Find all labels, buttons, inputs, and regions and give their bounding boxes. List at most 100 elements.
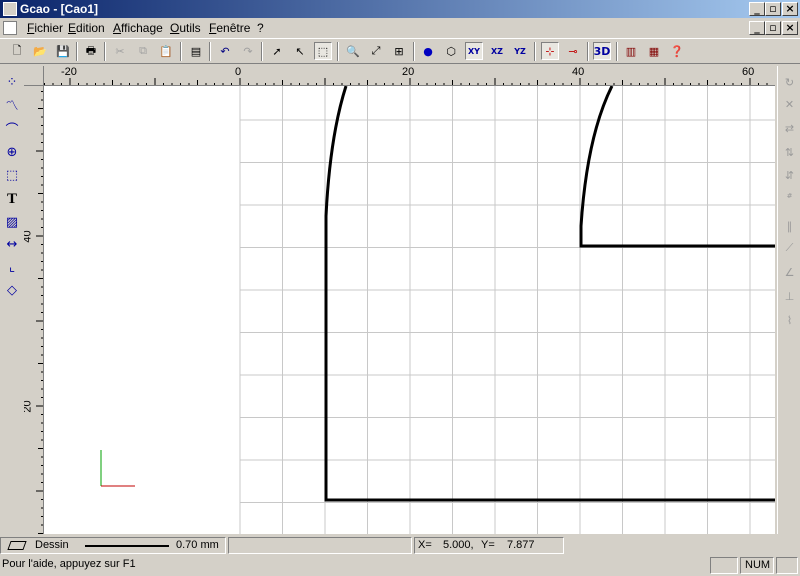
coordinate-panel: X= 5.000, Y= 7.877	[414, 537, 564, 554]
window-title: Gcao - [Cao1]	[20, 2, 99, 16]
properties-icon[interactable]: ▤	[187, 42, 205, 60]
application-window: Gcao - [Cao1] _ ▫ × Fichier Edition Affi…	[0, 0, 800, 576]
move-x-icon[interactable]: ⇄	[780, 118, 799, 138]
line-width-value: 0.70 mm	[176, 539, 219, 551]
snap-object-icon[interactable]: ⊸	[564, 42, 582, 60]
zoom-icon[interactable]: 🔍	[344, 42, 362, 60]
document-icon[interactable]	[3, 21, 17, 35]
undo-icon[interactable]: ↶	[216, 42, 234, 60]
num-indicator-text: NUM	[745, 559, 771, 571]
trim-tool-icon[interactable]: ⟋	[780, 238, 799, 258]
hruler-label: 0	[235, 66, 242, 78]
view-xz-button[interactable]: XZ	[488, 42, 506, 60]
hruler-label: 20	[402, 66, 415, 78]
new-file-icon[interactable]: 🗋	[8, 42, 26, 60]
cross-tool-icon[interactable]: ✕	[780, 94, 799, 114]
app-icon[interactable]	[3, 2, 17, 16]
zoom-extents-icon[interactable]: ⊞	[390, 42, 408, 60]
title-bar: Gcao - [Cao1] _ ▫ ×	[0, 0, 800, 18]
main-toolbar: 🗋 📂 💾 🖶 ✂ ⧉ 📋 ▤ ↶ ↷ ➚ ↖ ⬚ 🔍 ⤢ ⊞ ● ⬡ XY X…	[0, 38, 800, 64]
vruler-label: 20	[24, 400, 34, 413]
context-help-icon[interactable]: ❓	[668, 42, 686, 60]
view-yz-button[interactable]: YZ	[511, 42, 529, 60]
horizontal-ruler[interactable]: -20 0 20 40 60	[44, 66, 775, 86]
view-3d-button[interactable]: 3D	[593, 42, 611, 60]
zoom-dynamic-icon[interactable]: ⤢	[367, 42, 385, 60]
num-tool-icon[interactable]: #	[780, 186, 799, 206]
paste-icon[interactable]: 📋	[157, 42, 175, 60]
layer-icon	[7, 541, 27, 550]
y-label: Y=	[481, 539, 495, 551]
caps-indicator	[710, 557, 738, 574]
tangent-tool-icon[interactable]: ⌇	[780, 310, 799, 330]
print-preview-icon[interactable]: ▥	[622, 42, 640, 60]
angle-tool-icon[interactable]: ∠	[780, 262, 799, 282]
save-icon[interactable]: 💾	[54, 42, 72, 60]
open-folder-icon[interactable]: 📂	[31, 42, 49, 60]
line-width-preview	[85, 545, 169, 547]
menu-affichage[interactable]: Affichage	[113, 21, 163, 35]
drawing-canvas[interactable]	[44, 86, 775, 534]
restore-button[interactable]: ▫	[765, 2, 781, 16]
export-3d-icon[interactable]: ▦	[645, 42, 663, 60]
parallel-tool-icon[interactable]: ∥	[780, 216, 799, 236]
fillet-tool-icon[interactable]: ⌞	[2, 257, 22, 277]
transform-tool-icon[interactable]: ⬚	[2, 165, 22, 185]
scroll-indicator	[776, 557, 798, 574]
menu-help[interactable]: ?	[257, 21, 264, 35]
menu-outils[interactable]: Outils	[170, 21, 201, 35]
layer-panel[interactable]: Dessin 0.70 mm	[0, 537, 226, 554]
points-tool-icon[interactable]: ⁘	[2, 72, 22, 92]
close-button[interactable]: ×	[782, 2, 798, 16]
move-y-icon[interactable]: ⇅	[780, 142, 799, 162]
x-value: 5.000,	[443, 539, 474, 551]
profile-curve-right[interactable]	[579, 86, 775, 248]
hruler-label: 60	[742, 66, 755, 78]
circle-tool-icon[interactable]: ⊕	[2, 142, 22, 162]
print-icon[interactable]: 🖶	[82, 42, 100, 60]
hruler-label: 40	[572, 66, 585, 78]
menu-edition[interactable]: Edition	[68, 21, 105, 35]
x-label: X=	[418, 539, 432, 551]
perpendicular-tool-icon[interactable]: ⊥	[780, 286, 799, 306]
ruler-corner	[24, 66, 44, 86]
vertical-ruler-ticks	[36, 91, 43, 534]
status-bar: Pour l'aide, appuyez sur F1 NUM	[0, 556, 800, 576]
erase-tool-icon[interactable]: ◇	[2, 280, 22, 300]
node-edit-icon[interactable]: ↖	[291, 42, 309, 60]
move-z-icon[interactable]: ⇵	[780, 165, 799, 185]
dimension-tool-icon[interactable]: ↔	[2, 234, 22, 254]
sphere-view-icon[interactable]: ●	[419, 42, 437, 60]
arc-tool-icon[interactable]: ⌒	[2, 118, 22, 138]
properties-bar: Dessin 0.70 mm X= 5.000, Y= 7.877	[0, 536, 800, 556]
child-minimize-button[interactable]: _	[749, 21, 765, 35]
y-value: 7.877	[507, 539, 535, 551]
child-close-button[interactable]: ×	[782, 21, 798, 35]
child-restore-button[interactable]: ▫	[765, 21, 781, 35]
vruler-label: 40	[24, 230, 34, 243]
polyline-tool-icon[interactable]: 〽	[2, 94, 22, 114]
rotate-tool-icon[interactable]: ↻	[780, 72, 799, 92]
copy-icon[interactable]: ⧉	[134, 42, 152, 60]
hatch-tool-icon[interactable]: ▨	[2, 212, 22, 232]
view-xy-button[interactable]: XY	[465, 42, 483, 60]
select-arrow-icon[interactable]: ➚	[268, 42, 286, 60]
info-panel	[228, 537, 412, 554]
minimize-button[interactable]: _	[749, 2, 765, 16]
text-tool-icon[interactable]: T	[2, 189, 22, 209]
hruler-label: -20	[61, 66, 77, 78]
zoom-window-icon[interactable]: ⬚	[314, 42, 332, 60]
vertical-ruler[interactable]: 40 20	[24, 86, 44, 534]
snap-grid-icon[interactable]: ⊹	[541, 42, 559, 60]
menu-fichier[interactable]: Fichier	[27, 21, 63, 35]
drawing-toolbar: ⁘ 〽 ⌒ ⊕ ⬚ T ▨ ↔ ⌞ ◇	[0, 66, 24, 534]
cut-icon[interactable]: ✂	[111, 42, 129, 60]
menu-fenetre[interactable]: Fenêtre	[209, 21, 250, 35]
grid-lines	[239, 86, 775, 534]
menu-bar: Fichier Edition Affichage Outils Fenêtre…	[0, 18, 800, 38]
cube-view-icon[interactable]: ⬡	[442, 42, 460, 60]
redo-icon[interactable]: ↷	[239, 42, 257, 60]
layer-name: Dessin	[35, 539, 69, 551]
drawing-area[interactable]	[44, 86, 775, 534]
modify-toolbar: ↻ ✕ ⇄ ⇅ ⇵ # ∥ ⟋ ∠ ⊥ ⌇	[777, 66, 800, 534]
